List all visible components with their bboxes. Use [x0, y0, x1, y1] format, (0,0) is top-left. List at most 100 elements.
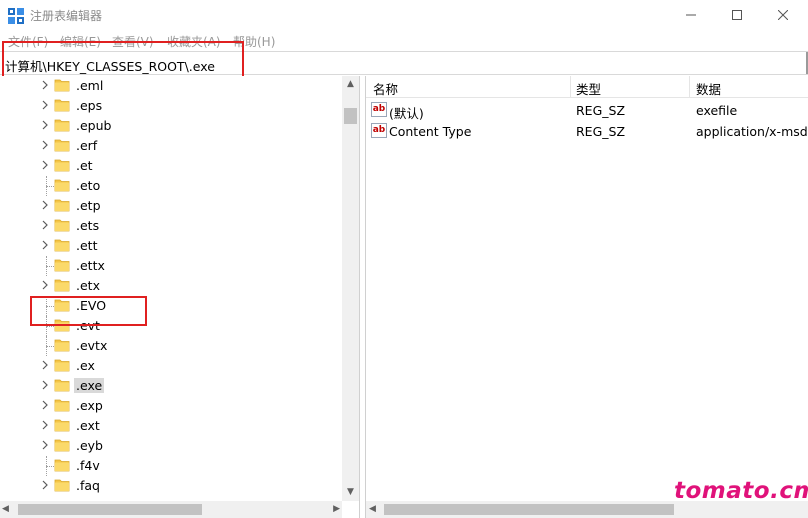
menu-bar: 文件(F) 编辑(E) 查看(V) 收藏夹(A) 帮助(H) — [0, 30, 808, 51]
tree-item[interactable]: .ex — [0, 356, 340, 376]
address-path[interactable]: 计算机\HKEY_CLASSES_ROOT\.exe — [5, 56, 215, 75]
tree-item-label: .eps — [76, 98, 103, 113]
tree-connector-line — [46, 186, 54, 187]
tree-item[interactable]: .evtx — [0, 336, 340, 356]
tree-item[interactable]: .et — [0, 156, 340, 176]
value-row-content-type[interactable]: ab Content Type REG_SZ application/x-msd… — [366, 121, 808, 142]
tree-item[interactable]: .exe — [0, 376, 340, 396]
tree-horizontal-scroll-thumb[interactable] — [18, 504, 202, 515]
title-bar: 注册表编辑器 — [0, 0, 808, 30]
tree-item[interactable]: .etp — [0, 196, 340, 216]
scroll-up-icon[interactable]: ▲ — [342, 76, 359, 93]
folder-icon — [54, 198, 70, 212]
tree-item[interactable]: .eps — [0, 96, 340, 116]
column-divider[interactable] — [570, 76, 571, 98]
tree-vertical-scroll-thumb[interactable] — [344, 108, 357, 124]
chevron-right-icon[interactable] — [40, 99, 50, 111]
tree-item-label: .EVO — [76, 298, 107, 313]
chevron-right-icon[interactable] — [40, 439, 50, 451]
chevron-right-icon[interactable] — [40, 119, 50, 131]
folder-icon — [54, 118, 70, 132]
chevron-right-icon[interactable] — [40, 399, 50, 411]
scroll-down-icon[interactable]: ▼ — [342, 484, 359, 501]
tree-item[interactable]: .ets — [0, 216, 340, 236]
tree-item[interactable]: .erf — [0, 136, 340, 156]
chevron-right-icon[interactable] — [40, 139, 50, 151]
values-list-pane[interactable]: 名称 类型 数据 ab (默认) REG_SZ exefile ab Conte… — [365, 76, 808, 518]
minimize-icon — [686, 14, 696, 16]
chevron-right-icon[interactable] — [40, 199, 50, 211]
tree-connector-line — [46, 306, 54, 307]
folder-icon — [54, 398, 70, 412]
chevron-right-icon[interactable] — [40, 219, 50, 231]
tree-item[interactable]: .ext — [0, 416, 340, 436]
tree-connector-line — [46, 266, 54, 267]
registry-tree-pane[interactable]: .eml .eps .epub .erf .et .eto .etp .ets .ett .ett… — [0, 76, 360, 518]
tree-item-label: .exp — [76, 398, 103, 413]
tree-item[interactable]: .ett — [0, 236, 340, 256]
tree-item-label: .ex — [76, 358, 95, 373]
scroll-left-icon[interactable]: ◀ — [2, 501, 16, 518]
maximize-button[interactable] — [714, 0, 760, 30]
folder-icon — [54, 138, 70, 152]
address-bar[interactable]: 计算机\HKEY_CLASSES_ROOT\.exe — [0, 51, 808, 75]
chevron-right-icon[interactable] — [40, 359, 50, 371]
column-header-data[interactable]: 数据 — [696, 79, 721, 98]
tree-item[interactable]: .eml — [0, 76, 340, 96]
tree-item-label: .epub — [76, 118, 112, 133]
chevron-right-icon[interactable] — [40, 239, 50, 251]
tree-item[interactable]: .evt — [0, 316, 340, 336]
tree-item-label: .eto — [76, 178, 101, 193]
tree-item[interactable]: .ettx — [0, 256, 340, 276]
tree-item-label: .etp — [76, 198, 101, 213]
tree-item-label: .eyb — [76, 438, 103, 453]
tree-item-label: .etx — [76, 278, 100, 293]
folder-icon — [54, 238, 70, 252]
tree-item[interactable]: .EVO — [0, 296, 340, 316]
tree-item[interactable]: .eto — [0, 176, 340, 196]
menu-help[interactable]: 帮助(H) — [233, 33, 275, 50]
chevron-right-icon[interactable] — [40, 279, 50, 291]
value-name: (默认) — [389, 106, 424, 121]
column-divider[interactable] — [689, 76, 690, 98]
menu-edit[interactable]: 编辑(E) — [60, 33, 101, 50]
menu-file[interactable]: 文件(F) — [8, 33, 48, 50]
list-horizontal-scroll-thumb[interactable] — [384, 504, 674, 515]
tree-item-label: .ext — [76, 418, 100, 433]
column-header-type[interactable]: 类型 — [576, 79, 601, 98]
folder-icon — [54, 278, 70, 292]
value-data: exefile — [696, 103, 738, 118]
scroll-right-icon[interactable]: ▶ — [326, 501, 340, 518]
tree-item[interactable]: .f4v — [0, 456, 340, 476]
chevron-right-icon[interactable] — [40, 379, 50, 391]
tree-item[interactable]: .epub — [0, 116, 340, 136]
chevron-right-icon[interactable] — [40, 159, 50, 171]
tree-horizontal-scrollbar[interactable]: ◀ ▶ — [0, 501, 342, 518]
folder-icon — [54, 158, 70, 172]
chevron-right-icon[interactable] — [40, 79, 50, 91]
minimize-button[interactable] — [668, 0, 714, 30]
column-header-name[interactable]: 名称 — [373, 79, 398, 98]
value-type: REG_SZ — [576, 103, 626, 118]
value-row-default[interactable]: ab (默认) REG_SZ exefile — [366, 100, 808, 121]
tree-item[interactable]: .exp — [0, 396, 340, 416]
menu-favorites[interactable]: 收藏夹(A) — [167, 33, 221, 50]
scroll-left-icon[interactable]: ◀ — [369, 501, 383, 518]
tree-vertical-scrollbar[interactable]: ▲ ▼ — [342, 76, 359, 501]
close-button[interactable] — [760, 0, 806, 30]
tree-item-label: .erf — [76, 138, 98, 153]
tree-item[interactable]: .etx — [0, 276, 340, 296]
value-data: application/x-msdos — [696, 124, 808, 139]
folder-icon — [54, 418, 70, 432]
chevron-right-icon[interactable] — [40, 479, 50, 491]
tree-item-label: .ettx — [76, 258, 105, 273]
folder-icon — [54, 358, 70, 372]
tree-item[interactable]: .eyb — [0, 436, 340, 456]
chevron-right-icon[interactable] — [40, 419, 50, 431]
maximize-icon — [732, 10, 742, 20]
watermark-text: tomato.cm — [674, 478, 808, 504]
tree-item-label: .et — [76, 158, 93, 173]
string-value-icon: ab — [371, 102, 387, 117]
tree-item[interactable]: .faq — [0, 476, 340, 496]
menu-view[interactable]: 查看(V) — [112, 33, 154, 50]
